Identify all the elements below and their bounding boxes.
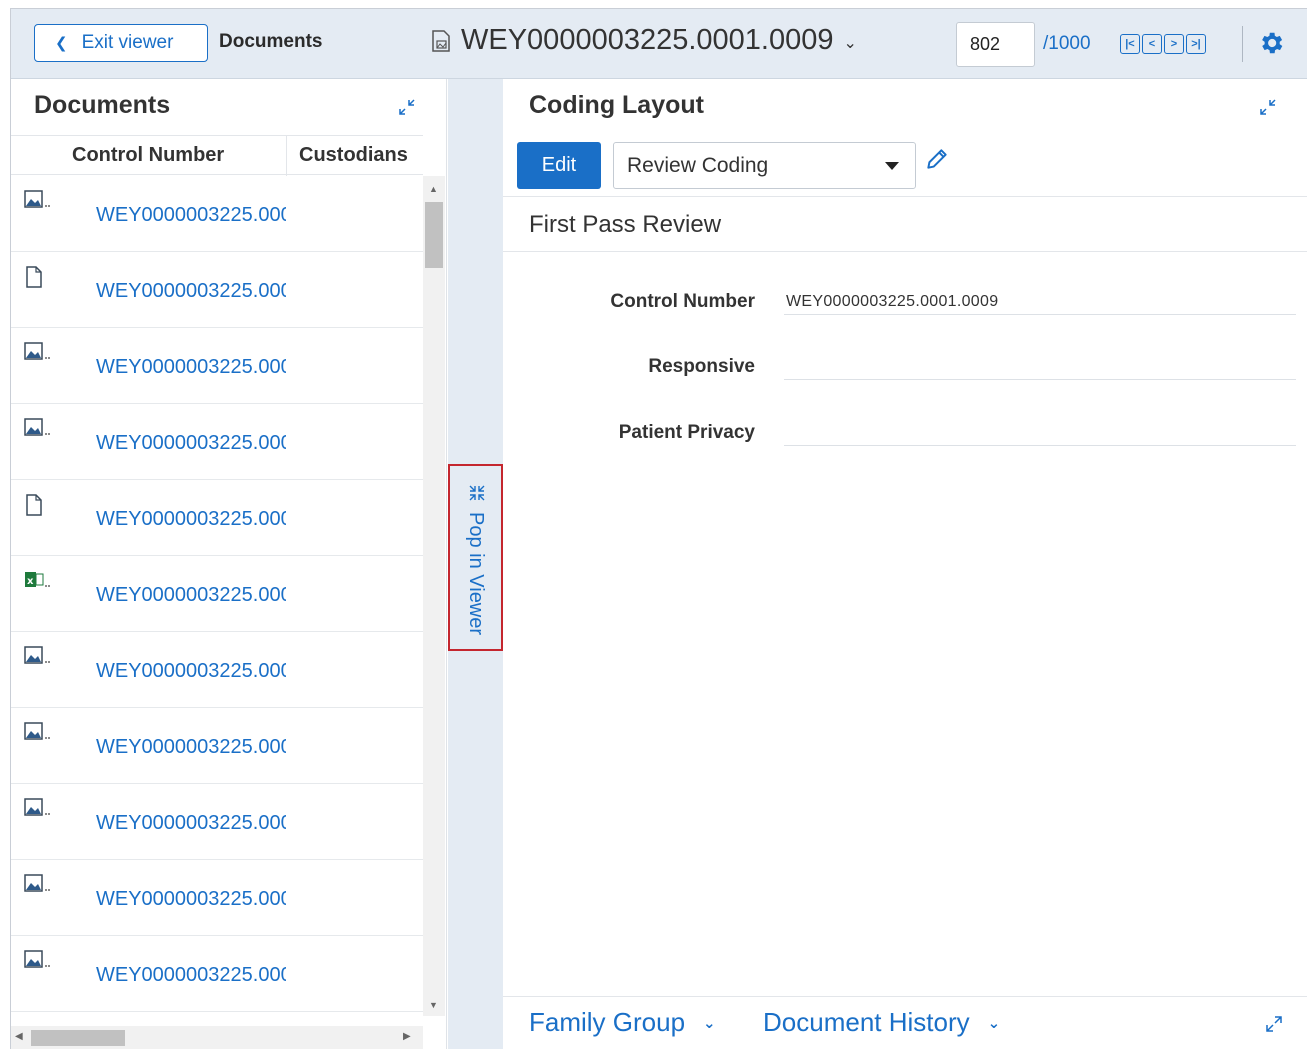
image-file-icon (24, 798, 50, 820)
section-title: First Pass Review (529, 211, 722, 238)
next-document-button[interactable]: > (1164, 34, 1184, 54)
document-row[interactable]: WEY0000003225.0001.0003 (11, 328, 423, 404)
document-row[interactable]: WEY0000003225.0001.0009 (11, 784, 423, 860)
viewer-frame: ❮ Exit viewer Documents WEY0000003225.00… (10, 8, 1307, 1049)
control-number-link[interactable]: WEY0000003225.0001.0007 (96, 660, 286, 683)
pop-in-viewer-button[interactable]: Pop in Viewer (448, 464, 503, 651)
column-header-control-number[interactable]: Control Number (72, 144, 224, 167)
layout-select[interactable]: Review Coding (613, 142, 916, 189)
excel-file-icon: x (24, 570, 50, 592)
blank-file-icon (24, 266, 50, 288)
control-number-link[interactable]: WEY0000003225.0001.0006 (96, 584, 286, 607)
control-number-link[interactable]: WEY0000003225.0001.0005 (96, 508, 286, 531)
coding-layout-panel: Coding Layout Edit Review Coding First P… (503, 79, 1307, 1049)
image-file-icon (24, 950, 50, 972)
svg-text:x: x (27, 576, 34, 587)
column-header-custodians[interactable]: Custodians (286, 136, 408, 176)
tab-label: Family Group (529, 1007, 686, 1037)
field-value-patient-privacy[interactable] (784, 416, 1296, 446)
image-file-icon (24, 646, 50, 668)
pencil-icon[interactable] (924, 146, 950, 172)
horizontal-scrollbar[interactable]: ◀ ▶ (11, 1026, 423, 1049)
scrollbar-thumb[interactable] (425, 202, 443, 268)
image-file-icon (24, 190, 50, 212)
document-title-dropdown[interactable]: WEY0000003225.0001.0009 ⌄ (431, 24, 857, 57)
document-navigation: |< < > >| (1120, 34, 1206, 54)
documents-panel: Documents Control Number Custodians WEY0… (11, 79, 447, 1049)
document-row[interactable]: WEY0000003225.0001.0005 (11, 480, 423, 556)
field-label-patient-privacy: Patient Privacy (618, 422, 755, 443)
document-row[interactable]: WEY0000003225.0001.0007 (11, 632, 423, 708)
image-file-icon (24, 418, 50, 440)
chevron-down-icon: ⌄ (987, 1014, 1001, 1032)
page-total: /1000 (1043, 33, 1091, 54)
document-title: WEY0000003225.0001.0009 (461, 24, 834, 56)
exit-viewer-label: Exit viewer (81, 32, 174, 53)
document-row[interactable]: WEY0000003225.0001.0011 (11, 936, 423, 1012)
scroll-left-arrow[interactable]: ◀ (15, 1031, 23, 1042)
documents-table-header: Control Number Custodians (11, 135, 423, 176)
tab-document-history[interactable]: Document History ⌄ (763, 1007, 1000, 1038)
document-row[interactable]: WEY0000003225.0001.0004 (11, 404, 423, 480)
bottom-tabs-bar: Family Group ⌄ Document History ⌄ (503, 996, 1307, 1049)
control-number-link[interactable]: WEY0000003225.0001.0003 (96, 356, 286, 379)
document-row[interactable]: WEY0000003225.0001.0010 (11, 860, 423, 936)
image-file-icon (24, 342, 50, 364)
scroll-down-arrow[interactable]: ▼ (429, 1000, 438, 1010)
field-label-control-number: Control Number (610, 291, 755, 312)
toolbar-divider (1242, 26, 1243, 62)
collapse-icon[interactable] (1257, 96, 1279, 118)
image-file-icon (432, 29, 450, 52)
pop-in-viewer-label: Pop in Viewer (465, 512, 487, 636)
chevron-down-icon: ⌄ (843, 34, 857, 52)
image-file-icon (24, 874, 50, 896)
section-header: First Pass Review (503, 196, 1307, 252)
documents-panel-title: Documents (34, 91, 171, 119)
viewer-toolbar: ❮ Exit viewer Documents WEY0000003225.00… (11, 9, 1307, 79)
field-value-responsive[interactable] (784, 350, 1296, 380)
edit-button[interactable]: Edit (517, 142, 601, 189)
chevron-down-icon: ⌄ (703, 1014, 716, 1032)
chevron-left-icon: ❮ (55, 35, 68, 52)
collapse-icon[interactable] (396, 96, 418, 118)
control-number-link[interactable]: WEY0000003225.0001.0008 (96, 736, 286, 759)
scroll-up-arrow[interactable]: ▲ (429, 184, 438, 194)
exit-viewer-button[interactable]: ❮ Exit viewer (34, 24, 208, 62)
scroll-right-arrow[interactable]: ▶ (403, 1031, 411, 1042)
document-row[interactable]: WEY0000003225.0001.0001 (11, 176, 423, 252)
gear-icon[interactable] (1257, 29, 1285, 57)
caret-down-icon (885, 162, 899, 170)
control-number-link[interactable]: WEY0000003225.0001.0011 (96, 964, 286, 987)
pop-in-icon (469, 485, 485, 501)
coding-layout-title: Coding Layout (529, 91, 704, 119)
image-file-icon (24, 722, 50, 744)
expand-icon[interactable] (1263, 1013, 1285, 1035)
document-row[interactable]: WEY0000003225.0001.0002 (11, 252, 423, 328)
last-document-button[interactable]: >| (1186, 34, 1206, 54)
previous-document-button[interactable]: < (1142, 34, 1162, 54)
documents-list: WEY0000003225.0001.0001 WEY0000003225.000… (11, 176, 423, 1016)
scrollbar-thumb[interactable] (31, 1030, 125, 1046)
control-number-link[interactable]: WEY0000003225.0001.0002 (96, 280, 286, 303)
field-value-control-number: WEY0000003225.0001.0009 (784, 285, 1296, 315)
page-number-input[interactable]: 802 (956, 22, 1035, 67)
tab-label: Document History (763, 1007, 970, 1037)
vertical-scrollbar[interactable]: ▲ ▼ (423, 176, 445, 1016)
document-row[interactable]: x WEY0000003225.0001.0006 (11, 556, 423, 632)
control-number-link[interactable]: WEY0000003225.0001.0004 (96, 432, 286, 455)
control-number-link[interactable]: WEY0000003225.0001.0010 (96, 888, 286, 911)
documents-breadcrumb[interactable]: Documents (219, 31, 322, 53)
tab-family-group[interactable]: Family Group ⌄ (529, 1007, 716, 1038)
document-row[interactable]: WEY0000003225.0001.0008 (11, 708, 423, 784)
field-label-responsive: Responsive (648, 356, 755, 377)
layout-select-value: Review Coding (627, 153, 769, 177)
first-document-button[interactable]: |< (1120, 34, 1140, 54)
control-number-link[interactable]: WEY0000003225.0001.0009 (96, 812, 286, 835)
blank-file-icon (24, 494, 50, 516)
control-number-link[interactable]: WEY0000003225.0001.0001 (96, 204, 286, 227)
